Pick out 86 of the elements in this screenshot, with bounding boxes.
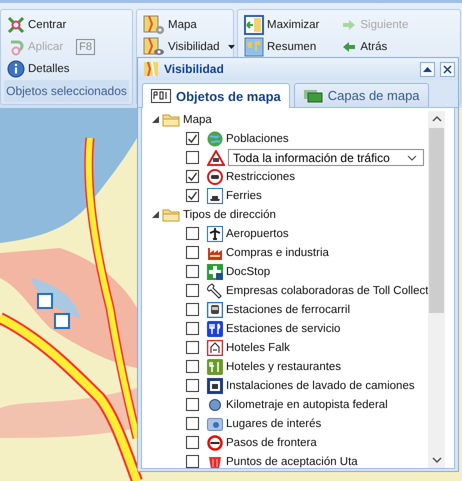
no-entry-car-icon (207, 168, 223, 184)
checkbox[interactable] (186, 341, 199, 354)
tab[interactable]: Capas de mapa (294, 83, 429, 107)
layer-label: Estaciones de ferrocarril (226, 304, 350, 316)
checkbox[interactable] (186, 246, 199, 259)
fork-knife-icon (207, 320, 223, 336)
arrow-left-icon (341, 40, 358, 54)
caret-up-icon (423, 66, 432, 72)
checkbox[interactable] (186, 303, 199, 316)
train-icon (207, 302, 223, 318)
layer-label: DocStop (226, 266, 270, 278)
checkbox[interactable] (186, 379, 199, 392)
dropdown-field[interactable]: Toda la información de tráfico (228, 149, 424, 166)
ferry-icon (207, 188, 223, 204)
checkbox[interactable] (186, 360, 199, 373)
layer-label: Hoteles y restaurantes (226, 360, 342, 372)
airplane-icon (207, 226, 223, 242)
shortcut-key: F8 (76, 38, 95, 54)
layer-label: Lugares de interés (226, 418, 322, 430)
layer-label: Hoteles Falk (226, 342, 290, 354)
info-icon (7, 60, 25, 78)
checkbox[interactable] (186, 227, 199, 240)
chevron-down-icon (407, 154, 417, 160)
checkbox[interactable] (186, 132, 199, 145)
checkbox[interactable] (186, 151, 199, 164)
checkbox[interactable] (186, 322, 199, 335)
group-label: Objetos seleccionados (4, 80, 129, 102)
layer-label: Restricciones (226, 170, 296, 182)
poi-sign-icon (151, 89, 171, 103)
wrench-icon (207, 282, 223, 298)
layer-label: Pasos de frontera (226, 436, 317, 448)
fork-knife-icon (207, 358, 223, 374)
camera-icon (207, 416, 223, 432)
world-map-icon (244, 36, 264, 56)
tab[interactable]: Objetos de mapa (142, 83, 290, 108)
arrow-right-icon (341, 18, 358, 32)
maximize-map-icon (244, 14, 264, 34)
checkbox[interactable] (186, 170, 199, 183)
medical-cross-icon (207, 264, 223, 280)
layer-label: Poblaciones (226, 132, 289, 144)
toolbar-button[interactable]: Atrás (339, 36, 410, 57)
toolbar-button[interactable]: Detalles (5, 58, 97, 79)
tree-folder-label[interactable]: Tipos de dirección (183, 208, 276, 220)
panel-title: Visibilidad (164, 62, 225, 76)
folder-icon (162, 208, 180, 222)
no-entry-icon (207, 434, 223, 450)
target-icon (7, 16, 25, 34)
tree-folder-label[interactable]: Mapa (183, 114, 212, 126)
truck-wash-icon (207, 378, 223, 394)
close-button[interactable] (440, 62, 455, 76)
checkbox[interactable] (186, 398, 199, 411)
expander-icon[interactable] (152, 211, 159, 218)
scroll-down-icon[interactable] (432, 456, 442, 464)
layer-label: Aeropuertos (226, 228, 289, 240)
map-settings-icon (143, 14, 165, 34)
close-icon (443, 64, 452, 74)
map-eye-icon (143, 36, 165, 56)
checkbox[interactable] (186, 436, 199, 449)
globe-icon (207, 130, 223, 146)
layer-label: Ferries (226, 190, 262, 202)
layer-label: Empresas colaboradoras de Toll Collect (226, 284, 428, 296)
checkbox[interactable] (186, 189, 199, 202)
expander-icon[interactable] (152, 116, 159, 123)
dot-icon (207, 396, 223, 412)
toolbar-button[interactable]: Resumen (242, 36, 322, 57)
toolbar-button[interactable]: Visibilidad (141, 36, 239, 57)
layer-label: Compras e industria (226, 246, 329, 258)
scroll-up-icon[interactable] (432, 115, 442, 123)
layer-label: Kilometraje en autopista federal (226, 398, 388, 410)
folder-icon (162, 112, 180, 126)
layers-icon (302, 88, 323, 102)
checkbox[interactable] (186, 265, 199, 278)
checkbox[interactable] (186, 284, 199, 297)
scrollbar[interactable] (428, 111, 445, 468)
checkbox[interactable] (186, 455, 199, 468)
toolbar-button[interactable]: Centrar (5, 14, 97, 35)
map-eye-icon (143, 61, 159, 77)
warning-sign-icon (207, 150, 225, 166)
collapse-button[interactable] (420, 62, 435, 76)
toolbar-button[interactable]: Mapa (141, 14, 239, 35)
layer-label: Puntos de aceptación Uta (226, 456, 358, 468)
layer-label: Instalaciones de lavado de camiones (226, 380, 415, 392)
toolbar-button[interactable]: Maximizar (242, 14, 322, 35)
checkbox[interactable] (186, 417, 199, 430)
house-icon (207, 340, 223, 356)
layer-label: Estaciones de servicio (226, 322, 340, 334)
